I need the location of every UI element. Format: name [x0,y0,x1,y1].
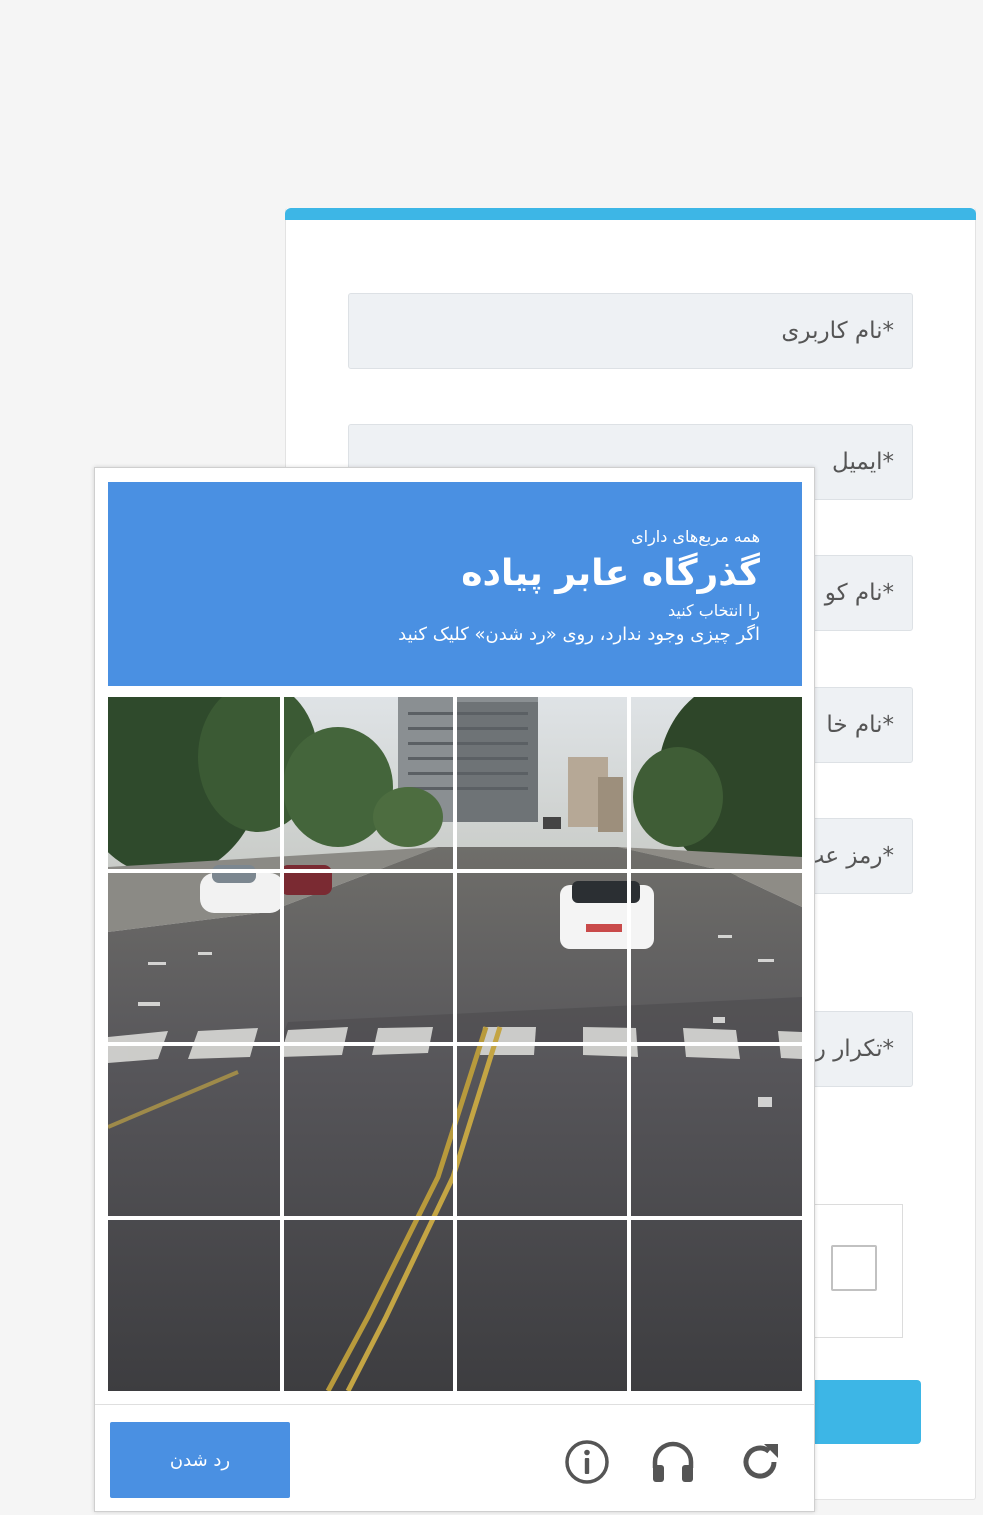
captcha-tile[interactable] [284,697,456,869]
captcha-tile[interactable] [284,1220,456,1391]
skip-button[interactable]: رد شدن [110,1422,290,1498]
captcha-instruction-select: را انتخاب کنید [667,601,760,620]
submit-button[interactable] [803,1380,921,1444]
captcha-tile[interactable] [457,1220,629,1391]
email-placeholder: *ایمیل [832,449,894,475]
card-accent-bar [285,208,976,220]
captcha-tile[interactable] [631,873,802,1045]
captcha-footer-divider [95,1404,814,1405]
captcha-tile[interactable] [457,697,629,869]
captcha-tile[interactable] [108,1046,280,1218]
captcha-tile[interactable] [108,1220,280,1391]
captcha-image-grid [108,697,802,1391]
confirm-password-placeholder: *تکرار ر [814,1036,894,1062]
captcha-tile[interactable] [284,873,456,1045]
headphones-icon[interactable] [647,1436,699,1488]
captcha-tile[interactable] [631,1046,802,1218]
last-name-placeholder: *نام خا [826,712,894,738]
captcha-header: همه مربع‌های دارای گذرگاه عابر پیاده را … [108,482,802,686]
captcha-instruction-top: همه مربع‌های دارای [631,527,760,546]
captcha-tile[interactable] [108,873,280,1045]
captcha-tile[interactable] [284,1046,456,1218]
username-field[interactable]: *نام کاربری [348,293,913,369]
first-name-placeholder: *نام کو [824,580,894,606]
captcha-tile[interactable] [631,1220,802,1391]
recaptcha-checkbox[interactable] [831,1245,877,1291]
captcha-target-label: گذرگاه عابر پیاده [461,553,760,594]
captcha-tile[interactable] [108,697,280,869]
captcha-tile[interactable] [631,697,802,869]
captcha-instruction-skip: اگر چیزی وجود ندارد، روی «رد شدن» کلیک ک… [398,624,760,645]
password-placeholder: *رمز عب [802,843,894,869]
username-placeholder: *نام کاربری [781,318,894,344]
captcha-tile[interactable] [457,1046,629,1218]
info-icon[interactable] [561,1436,613,1488]
captcha-tile[interactable] [457,873,629,1045]
reload-icon[interactable] [734,1436,786,1488]
skip-button-label: رد شدن [169,1449,231,1471]
